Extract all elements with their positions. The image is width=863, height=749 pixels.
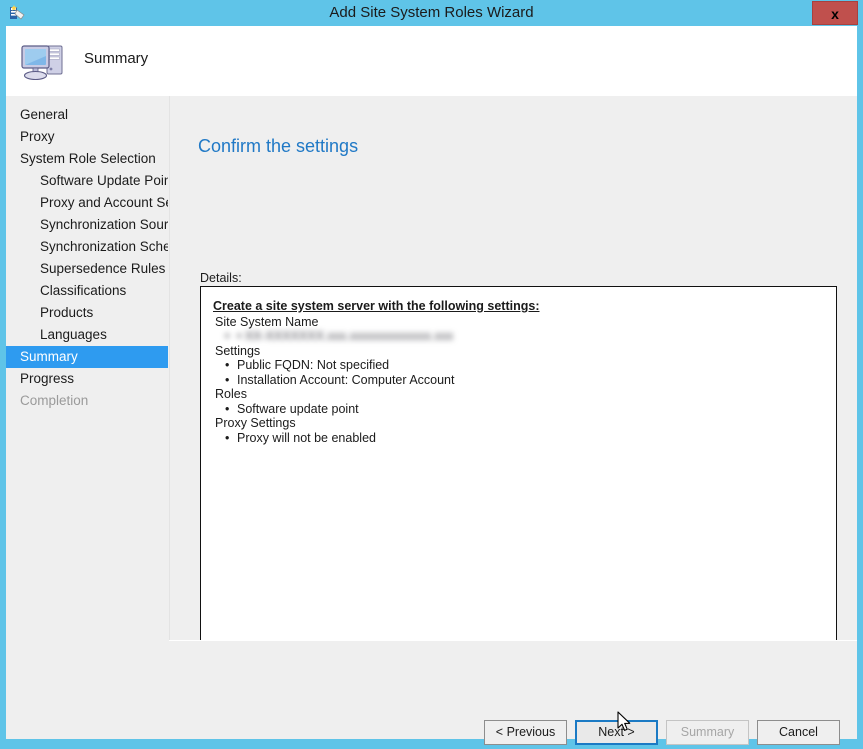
button-bar: < Previous Next > Summary Cancel	[169, 641, 857, 745]
previous-button[interactable]: < Previous	[484, 720, 567, 745]
details-item: Software update point	[213, 402, 836, 417]
sidebar-item-supersedence-rules[interactable]: Supersedence Rules	[6, 258, 168, 280]
sidebar-item-general[interactable]: General	[6, 104, 168, 126]
cancel-button[interactable]: Cancel	[757, 720, 840, 745]
details-group-title: Settings	[215, 343, 261, 358]
wizard-window: Add Site System Roles Wizard x Summary G…	[0, 0, 863, 749]
close-icon[interactable]: x	[812, 1, 858, 25]
sidebar-item-synchronization-schedule[interactable]: Synchronization Schedule	[6, 236, 168, 258]
wizard-header: Summary	[6, 26, 857, 96]
details-group-roles: Roles Software update point	[213, 387, 836, 416]
sidebar-item-completion: Completion	[20, 393, 89, 408]
nav-list: General Proxy System Role Selection Soft…	[6, 104, 168, 412]
page-title: Summary	[84, 50, 149, 67]
details-heading: Create a site system server with the fol…	[213, 299, 540, 313]
details-item: Proxy will not be enabled	[213, 431, 836, 446]
summary-button: Summary	[666, 720, 749, 745]
sidebar-item-languages[interactable]: Languages	[6, 324, 168, 346]
sidebar-item-progress[interactable]: Progress	[6, 368, 168, 390]
details-item: Public FQDN: Not specified	[213, 358, 836, 373]
details-group-title: Roles	[215, 387, 247, 401]
redacted-site-system-name: • XX-XXXXXXX.xxx.xxxxxxxxxxxxx.xxx	[213, 329, 836, 344]
sidebar-item-proxy-and-account-settings[interactable]: Proxy and Account Settings	[6, 192, 168, 214]
sidebar-item-system-role-selection[interactable]: System Role Selection	[6, 148, 168, 170]
sidebar-item-synchronization-source[interactable]: Synchronization Source	[6, 214, 168, 236]
details-group-site-system-name: Site System Name • XX-XXXXXXX.xxx.xxxxxx…	[213, 315, 836, 344]
client-area: Summary General Proxy System Role Select…	[6, 26, 857, 745]
sidebar-item-classifications[interactable]: Classifications	[6, 280, 168, 302]
next-button[interactable]: Next >	[575, 720, 658, 745]
sidebar-item-proxy[interactable]: Proxy	[6, 126, 168, 148]
details-label: Details:	[200, 271, 242, 285]
details-group-proxy-settings: Proxy Settings Proxy will not be enabled	[213, 416, 836, 445]
window-title: Add Site System Roles Wizard	[329, 4, 534, 21]
details-content: Create a site system server with the fol…	[201, 287, 836, 445]
details-group-title: Proxy Settings	[215, 416, 296, 430]
sidebar-item-software-update-point[interactable]: Software Update Point	[6, 170, 168, 192]
details-group-settings: Settings Public FQDN: Not specified Inst…	[213, 344, 836, 388]
sidebar-item-summary[interactable]: Summary	[6, 346, 168, 368]
details-item: Installation Account: Computer Account	[213, 373, 836, 388]
sidebar-item-products[interactable]: Products	[6, 302, 168, 324]
computer-icon	[18, 36, 68, 86]
title-bar: Add Site System Roles Wizard x	[0, 0, 863, 26]
details-group-title: Site System Name	[215, 314, 319, 329]
wizard-sidebar: General Proxy System Role Selection Soft…	[6, 96, 168, 739]
